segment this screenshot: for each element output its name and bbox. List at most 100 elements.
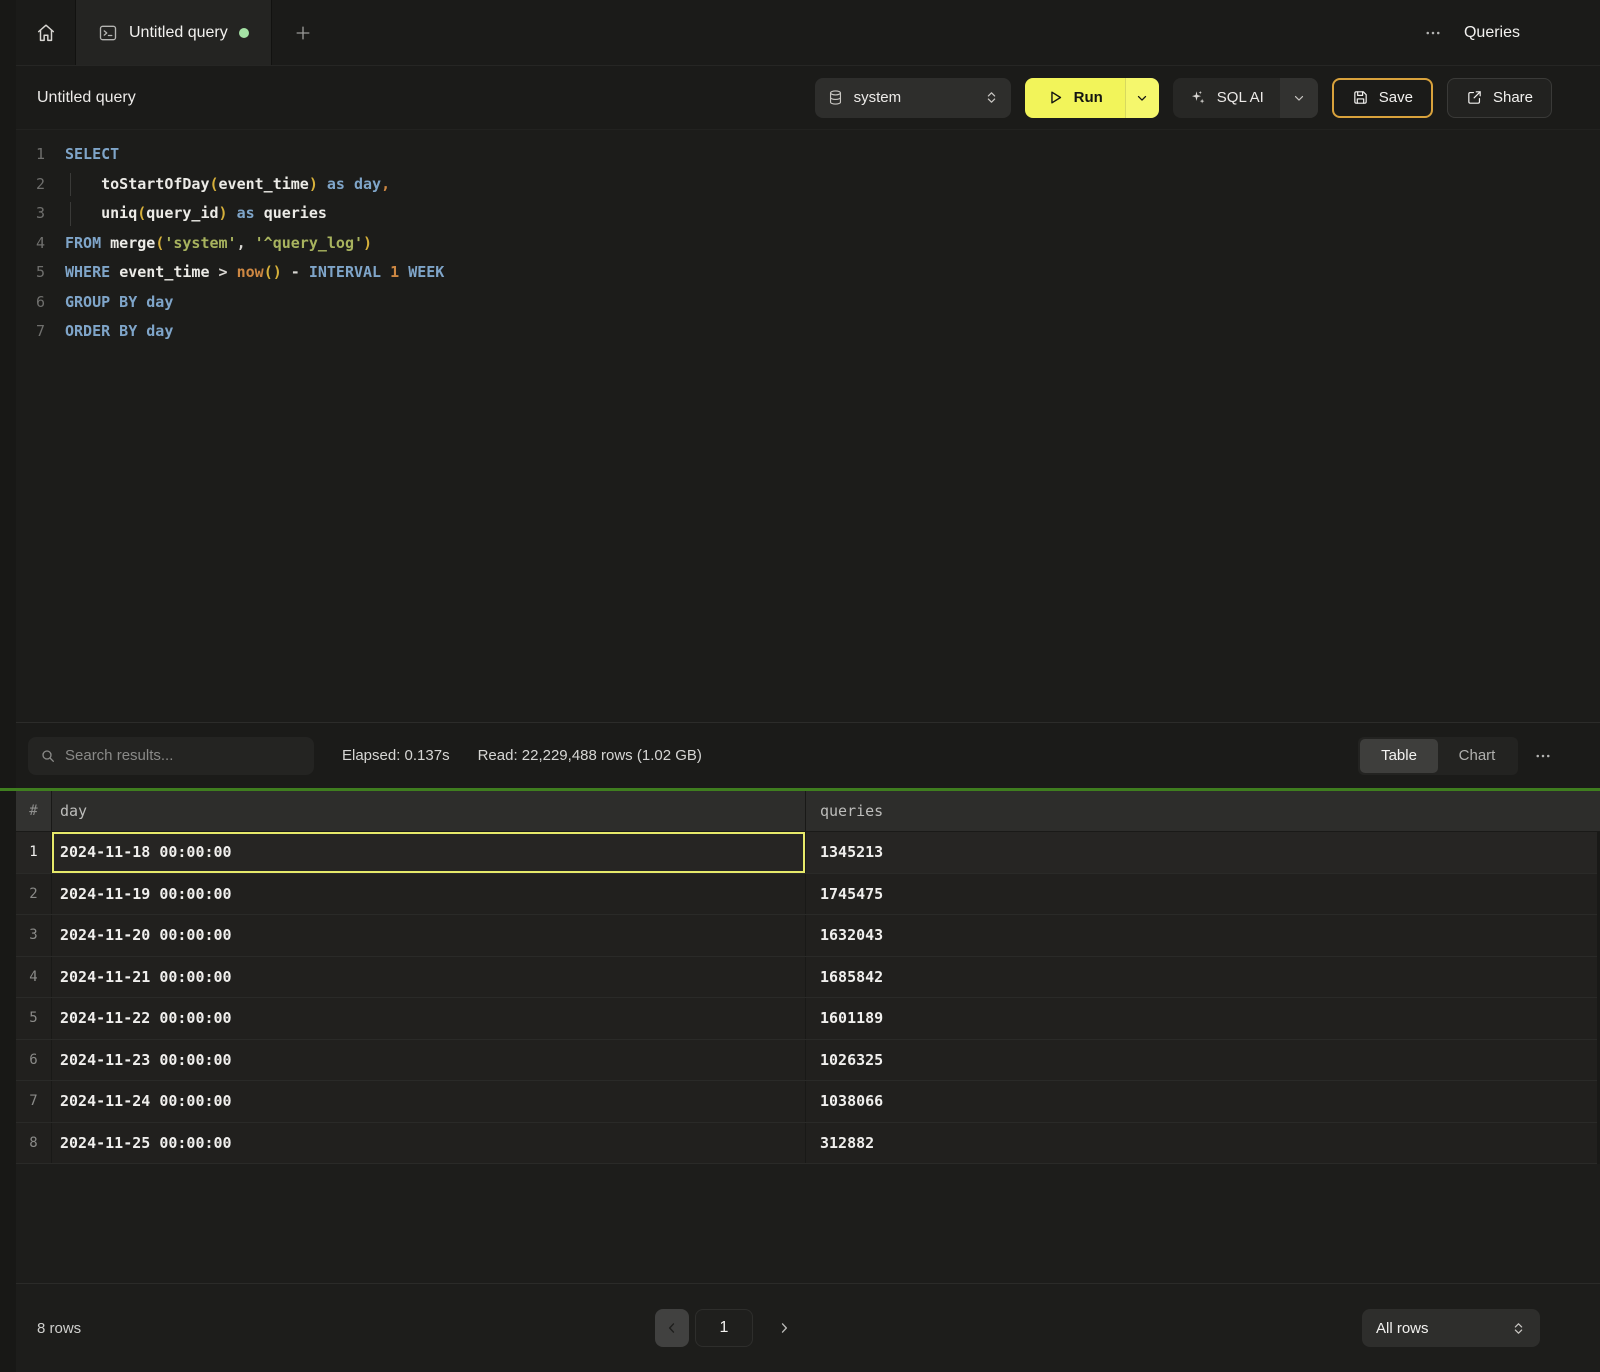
day-cell[interactable]: 2024-11-24 00:00:00 (52, 1081, 806, 1122)
sql-ai-caret[interactable] (1280, 78, 1318, 118)
save-button-label: Save (1379, 89, 1413, 106)
code-text: toStartOfDay(event_time) as day, (65, 170, 390, 200)
run-options-caret[interactable] (1125, 78, 1159, 118)
queries-cell[interactable]: 1601189 (806, 998, 1600, 1039)
console-icon (98, 23, 118, 43)
queries-link[interactable]: Queries (1464, 24, 1520, 42)
queries-cell[interactable]: 1026325 (806, 1040, 1600, 1081)
row-number[interactable]: 7 (16, 1081, 52, 1122)
home-button[interactable] (16, 0, 76, 65)
run-button[interactable]: Run (1025, 78, 1125, 118)
share-external-icon (1466, 89, 1483, 106)
day-cell[interactable]: 2024-11-20 00:00:00 (52, 915, 806, 956)
day-cell[interactable]: 2024-11-18 00:00:00 (52, 832, 806, 873)
row-number[interactable]: 8 (16, 1123, 52, 1164)
save-icon (1352, 89, 1369, 106)
day-cell[interactable]: 2024-11-22 00:00:00 (52, 998, 806, 1039)
unsaved-indicator-dot (239, 28, 249, 38)
table-row[interactable]: 32024-11-20 00:00:001632043 (16, 915, 1600, 957)
share-button[interactable]: Share (1447, 78, 1552, 118)
sparkles-icon (1189, 89, 1207, 107)
save-button[interactable]: Save (1332, 78, 1433, 118)
rows-per-page-select[interactable]: All rows (1362, 1309, 1540, 1347)
day-cell[interactable]: 2024-11-23 00:00:00 (52, 1040, 806, 1081)
sql-ai-button-group: SQL AI (1173, 78, 1318, 118)
row-number[interactable]: 3 (16, 915, 52, 956)
read-stat: Read: 22,229,488 rows (1.02 GB) (478, 747, 702, 764)
table-row[interactable]: 22024-11-19 00:00:001745475 (16, 874, 1600, 916)
row-number[interactable]: 6 (16, 1040, 52, 1081)
queries-cell[interactable]: 312882 (806, 1123, 1600, 1164)
results-table-body: 12024-11-18 00:00:00134521322024-11-19 0… (16, 832, 1600, 1164)
queries-cell[interactable]: 1745475 (806, 874, 1600, 915)
play-icon (1047, 89, 1064, 106)
previous-page-button[interactable] (655, 1309, 689, 1347)
search-results-box[interactable] (28, 737, 314, 775)
table-row[interactable]: 52024-11-22 00:00:001601189 (16, 998, 1600, 1040)
chart-view-tab[interactable]: Chart (1438, 739, 1516, 773)
results-table-header: # day queries (16, 791, 1600, 832)
column-header-day[interactable]: day (52, 791, 806, 831)
database-select[interactable]: system (815, 78, 1011, 118)
editor-line[interactable]: 1 SELECT (16, 140, 1600, 170)
sql-ai-label: SQL AI (1217, 89, 1264, 106)
tab-untitled-query[interactable]: Untitled query (76, 0, 272, 65)
results-options-ellipsis-icon[interactable] (1534, 747, 1552, 765)
tab-overflow-ellipsis-icon[interactable] (1424, 24, 1442, 42)
table-row[interactable]: 62024-11-23 00:00:001026325 (16, 1040, 1600, 1082)
row-number[interactable]: 4 (16, 957, 52, 998)
updown-chevron-icon (984, 90, 999, 105)
sql-ai-button[interactable]: SQL AI (1173, 78, 1280, 118)
search-results-input[interactable] (65, 747, 302, 764)
column-header-queries[interactable]: queries (806, 791, 1600, 831)
tab-label: Untitled query (129, 24, 228, 42)
line-number: 3 (16, 199, 45, 229)
editor-line[interactable]: 2 toStartOfDay(event_time) as day, (16, 170, 1600, 200)
new-tab-button[interactable] (272, 0, 334, 65)
database-icon (827, 89, 844, 106)
table-row[interactable]: 72024-11-24 00:00:001038066 (16, 1081, 1600, 1123)
left-edge-strip (0, 0, 16, 1372)
row-number[interactable]: 2 (16, 874, 52, 915)
pagination: 1 (655, 1284, 801, 1372)
editor-line[interactable]: 5WHERE event_time > now() - INTERVAL 1 W… (16, 258, 1600, 288)
queries-cell[interactable]: 1632043 (806, 915, 1600, 956)
table-row[interactable]: 42024-11-21 00:00:001685842 (16, 957, 1600, 999)
results-footer: 8 rows 1 All rows (16, 1283, 1600, 1372)
editor-line[interactable]: 4FROM merge('system', '^query_log') (16, 229, 1600, 259)
share-button-label: Share (1493, 89, 1533, 106)
day-cell[interactable]: 2024-11-21 00:00:00 (52, 957, 806, 998)
day-cell[interactable]: 2024-11-19 00:00:00 (52, 874, 806, 915)
queries-cell[interactable]: 1038066 (806, 1081, 1600, 1122)
line-number: 1 (16, 140, 45, 170)
editor-line[interactable]: 7ORDER BY day (16, 317, 1600, 347)
table-empty-area (16, 1164, 1600, 1283)
row-number[interactable]: 5 (16, 998, 52, 1039)
current-page-button[interactable]: 1 (695, 1309, 753, 1347)
chevron-left-icon (665, 1321, 679, 1335)
toolbar-actions: system Run (815, 78, 1552, 118)
day-cell[interactable]: 2024-11-25 00:00:00 (52, 1123, 806, 1164)
table-row[interactable]: 82024-11-25 00:00:00312882 (16, 1123, 1600, 1165)
chevron-down-icon (1292, 91, 1306, 105)
editor-line[interactable]: 3 uniq(query_id) as queries (16, 199, 1600, 229)
line-number: 2 (16, 170, 45, 200)
tab-bar-right: Queries (1424, 0, 1600, 65)
editor-line[interactable]: 6GROUP BY day (16, 288, 1600, 318)
home-icon (35, 22, 57, 44)
queries-cell[interactable]: 1345213 (806, 832, 1600, 873)
code-text: WHERE event_time > now() - INTERVAL 1 WE… (65, 258, 444, 288)
row-number[interactable]: 1 (16, 832, 52, 873)
table-row[interactable]: 12024-11-18 00:00:001345213 (16, 832, 1600, 874)
next-page-button[interactable] (767, 1309, 801, 1347)
sql-editor[interactable]: 1SELECT2 toStartOfDay(event_time) as day… (16, 130, 1600, 722)
column-header-index[interactable]: # (16, 791, 52, 831)
sql-console: Untitled query Queries Untitled query (16, 0, 1600, 1372)
line-number: 7 (16, 317, 45, 347)
table-view-tab[interactable]: Table (1360, 739, 1438, 773)
search-icon (40, 748, 56, 764)
query-title: Untitled query (37, 89, 136, 107)
code-text: SELECT (65, 140, 119, 170)
rows-per-page-value: All rows (1376, 1320, 1429, 1337)
queries-cell[interactable]: 1685842 (806, 957, 1600, 998)
